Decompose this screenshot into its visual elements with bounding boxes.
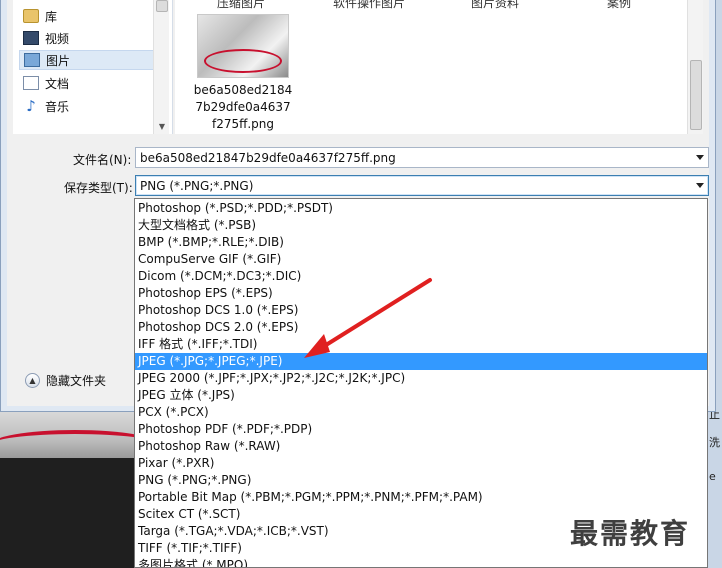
nav-scrollbar[interactable]: ▼ — [153, 0, 169, 134]
chevron-down-icon[interactable] — [696, 155, 704, 160]
filetype-option[interactable]: JPEG (*.JPG;*.JPEG;*.JPE) — [135, 353, 707, 370]
file-name-line: 7b29dfe0a4637 — [195, 100, 291, 114]
file-thumbnail[interactable] — [197, 14, 289, 78]
filename-label: 文件名(N): — [73, 153, 132, 167]
nav-item-library[interactable]: 库 — [19, 6, 161, 26]
filetype-option[interactable]: 多图片格式 (*.MPO) — [135, 557, 707, 567]
file-list-scrollbar-thumb[interactable] — [690, 60, 702, 130]
filename-input[interactable]: be6a508ed21847b29dfe0a4637f275ff.png — [135, 147, 709, 168]
filetype-option[interactable]: Dicom (*.DCM;*.DC3;*.DIC) — [135, 268, 707, 285]
filetype-option[interactable]: Photoshop (*.PSD;*.PDD;*.PSDT) — [135, 200, 707, 217]
filetype-option[interactable]: Photoshop DCS 1.0 (*.EPS) — [135, 302, 707, 319]
picture-icon — [24, 53, 40, 67]
background-photo — [0, 412, 140, 458]
nav-item-music[interactable]: ♪ 音乐 — [19, 96, 161, 116]
nav-item-label: 库 — [45, 9, 58, 24]
file-name-line: be6a508ed2184 — [193, 83, 293, 97]
savetype-select[interactable]: PNG (*.PNG;*.PNG) — [135, 175, 709, 196]
file-list-scrollbar[interactable] — [687, 0, 703, 134]
background-dark-panel — [0, 458, 135, 568]
nav-item-label: 音乐 — [45, 99, 70, 114]
nav-item-documents[interactable]: 文档 — [19, 73, 161, 93]
music-icon: ♪ — [26, 97, 36, 115]
filetype-option[interactable]: Portable Bit Map (*.PBM;*.PGM;*.PPM;*.PN… — [135, 489, 707, 506]
document-icon — [23, 76, 39, 90]
nav-item-videos[interactable]: 视频 — [19, 28, 161, 48]
folder-label[interactable]: 案例 — [607, 0, 631, 11]
hide-folders-label: 隐藏文件夹 — [46, 374, 107, 388]
filetype-option[interactable]: Pixar (*.PXR) — [135, 455, 707, 472]
watermark-logo: 最需教育 — [570, 517, 691, 550]
chevron-down-icon[interactable] — [696, 183, 704, 188]
folder-label[interactable]: 压缩图片 — [217, 0, 265, 11]
video-icon — [23, 31, 39, 45]
filetype-option[interactable]: CompuServe GIF (*.GIF) — [135, 251, 707, 268]
savetype-value: PNG (*.PNG;*.PNG) — [140, 178, 254, 193]
filetype-option[interactable]: PNG (*.PNG;*.PNG) — [135, 472, 707, 489]
nav-scrollbar-thumb[interactable] — [156, 0, 168, 12]
file-name[interactable]: be6a508ed2184 7b29dfe0a4637 f275ff.png — [187, 82, 299, 133]
filetype-option[interactable]: BMP (*.BMP;*.RLE;*.DIB) — [135, 234, 707, 251]
folder-icon — [23, 9, 39, 23]
savetype-label: 保存类型(T): — [64, 181, 133, 195]
filetype-option[interactable]: JPEG 2000 (*.JPF;*.JPX;*.JP2;*.J2C;*.J2K… — [135, 370, 707, 387]
bg-strip-text-3: e — [709, 470, 716, 483]
nav-item-pictures[interactable]: 图片 — [19, 50, 161, 70]
filetype-option[interactable]: Photoshop EPS (*.EPS) — [135, 285, 707, 302]
filetype-option[interactable]: 大型文档格式 (*.PSB) — [135, 217, 707, 234]
hide-folders-button[interactable]: ▲ 隐藏文件夹 — [25, 372, 106, 389]
folder-label[interactable]: 图片资料 — [471, 0, 519, 11]
filetype-option[interactable]: Photoshop DCS 2.0 (*.EPS) — [135, 319, 707, 336]
filetype-option[interactable]: JPEG 立体 (*.JPS) — [135, 387, 707, 404]
nav-item-label: 文档 — [45, 76, 70, 91]
filetype-option[interactable]: IFF 格式 (*.IFF;*.TDI) — [135, 336, 707, 353]
bg-strip-text-2: 洗 — [709, 436, 720, 449]
filename-value: be6a508ed21847b29dfe0a4637f275ff.png — [140, 150, 396, 165]
nav-item-label: 视频 — [45, 31, 70, 46]
folder-label[interactable]: 软件操作图片 — [333, 0, 405, 11]
file-name-line: f275ff.png — [211, 117, 275, 131]
navigation-pane[interactable]: 库 视频 图片 文档 ♪ 音乐 — [13, 0, 173, 134]
scroll-down-arrow-icon[interactable]: ▼ — [154, 120, 170, 134]
file-list-pane[interactable]: 压缩图片 软件操作图片 图片资料 案例 be6a508ed2184 7b29df… — [175, 0, 703, 134]
nav-item-label: 图片 — [46, 53, 71, 68]
filetype-option[interactable]: Photoshop PDF (*.PDF;*.PDP) — [135, 421, 707, 438]
filetype-option[interactable]: PCX (*.PCX) — [135, 404, 707, 421]
chevron-up-icon: ▲ — [25, 373, 40, 388]
filetype-option[interactable]: Photoshop Raw (*.RAW) — [135, 438, 707, 455]
